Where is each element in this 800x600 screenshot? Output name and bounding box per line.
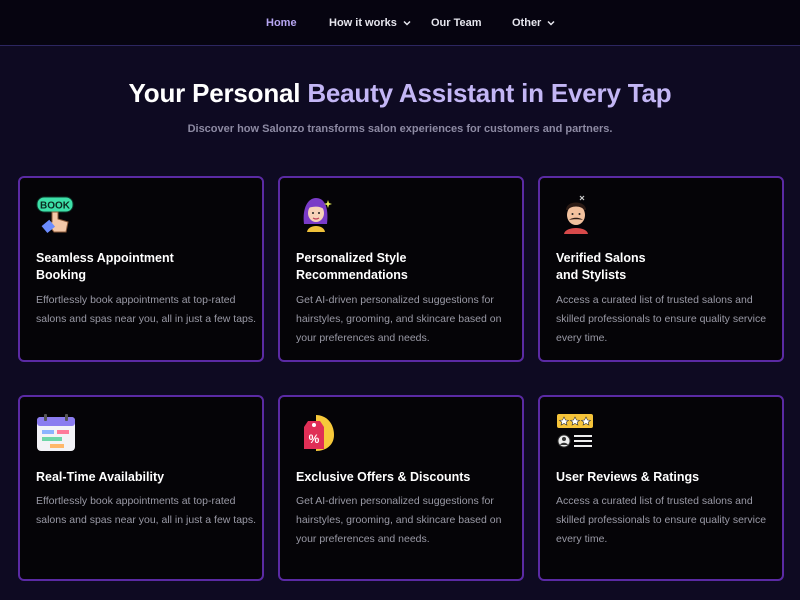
svg-text:%: %	[309, 432, 320, 446]
card-title: Verified Salons and Stylists	[556, 251, 646, 282]
nav-home[interactable]: Home	[266, 17, 297, 29]
card-title: User Reviews & Ratings	[556, 470, 700, 484]
card-description: Effortlessly book appointments at top-ra…	[36, 294, 257, 325]
discount-tag-icon: %	[304, 415, 334, 451]
card-description: Get AI-driven personalized suggestions f…	[296, 495, 502, 545]
nav-our-team[interactable]: Our Team	[431, 17, 482, 29]
nav-our-team-label: Our Team	[431, 17, 482, 29]
book-hand-icon: BOOK	[36, 196, 74, 234]
card-title: Exclusive Offers & Discounts	[296, 470, 471, 484]
top-navbar: Home How it works Our Team Other	[0, 0, 800, 46]
nav-home-label: Home	[266, 17, 297, 29]
feature-card-offers: % Exclusive Offers & Discounts Get AI-dr…	[278, 395, 524, 581]
svg-text:BOOK: BOOK	[40, 201, 71, 212]
title-plain: Your Personal	[128, 78, 308, 108]
card-title: Personalized Style Recommendations	[296, 251, 408, 282]
nav-other-label: Other	[512, 17, 542, 29]
card-description: Access a curated list of trusted salons …	[556, 294, 767, 344]
reviews-stars-icon	[557, 414, 593, 448]
card-description: Access a curated list of trusted salons …	[556, 495, 767, 545]
nav-how-it-works-label: How it works	[329, 17, 397, 29]
chevron-down-icon	[403, 20, 411, 26]
stylist-woman-icon	[303, 198, 332, 232]
card-description: Effortlessly book appointments at top-ra…	[36, 495, 257, 526]
feature-card-verified: Verified Salons and Stylists Access a cur…	[538, 176, 784, 362]
card-title: Real-Time Availability	[36, 470, 165, 484]
calendar-icon	[37, 414, 75, 451]
nav-other[interactable]: Other	[512, 17, 555, 29]
page-title: Your Personal Beauty Assistant in Every …	[0, 78, 800, 109]
page-subtitle: Discover how Salonzo transforms salon ex…	[187, 123, 613, 135]
card-title: Seamless Appointment Booking	[36, 251, 174, 282]
nav-how-it-works[interactable]: How it works	[329, 17, 411, 29]
title-accent: Beauty Assistant in Every Tap	[307, 78, 672, 108]
feature-card-booking: BOOK Seamless Appointment Booking Effortl…	[18, 176, 264, 362]
chevron-down-icon	[547, 20, 555, 26]
barber-man-icon	[564, 195, 588, 234]
feature-card-availability: Real-Time Availability Effortlessly book…	[18, 395, 264, 581]
card-description: Get AI-driven personalized suggestions f…	[296, 294, 502, 344]
feature-card-reviews: User Reviews & Ratings Access a curated …	[538, 395, 784, 581]
feature-card-recommendations: Personalized Style Recommendations Get AI…	[278, 176, 524, 362]
